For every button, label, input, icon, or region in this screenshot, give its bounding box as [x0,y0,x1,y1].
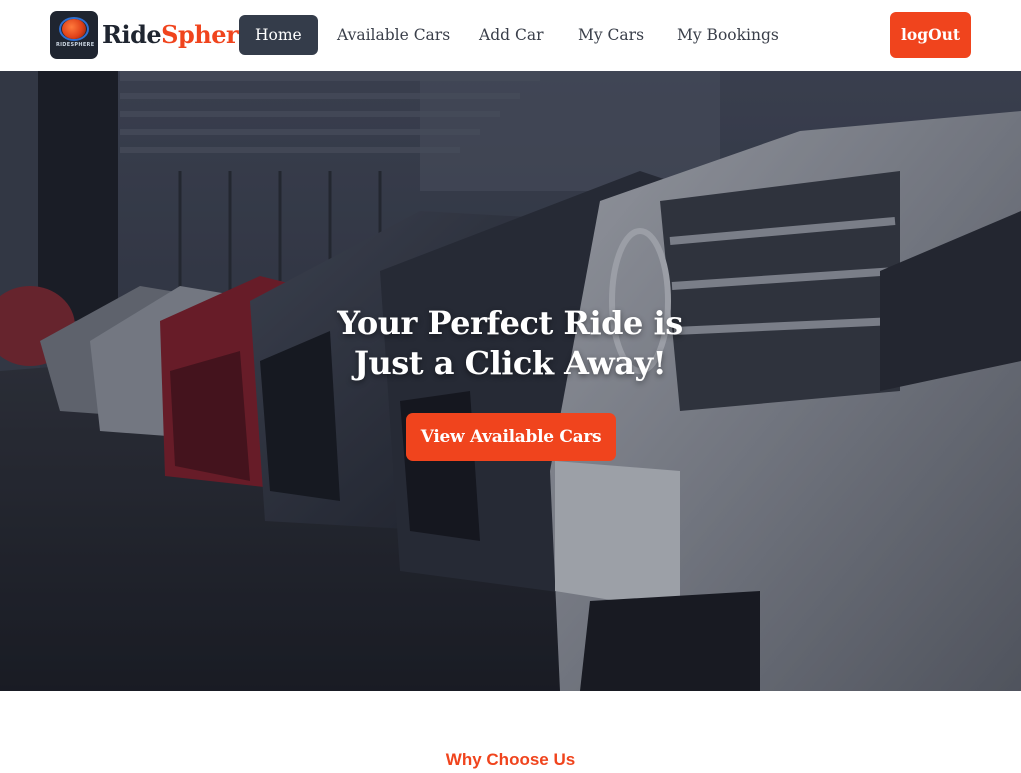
navbar: RIDESPHERE RideSphere Home Available Car… [0,0,1021,71]
nav-add-car[interactable]: Add Car [479,15,543,55]
hero-title-line1: Your Perfect Ride is [337,304,683,342]
nav-available-cars[interactable]: Available Cars [337,15,450,55]
logo-text: RIDESPHERE [56,42,95,48]
hero-section: Your Perfect Ride is Just a Click Away! … [0,71,1021,691]
nav-my-cars[interactable]: My Cars [578,15,644,55]
why-choose-us-heading: Why Choose Us [445,750,576,769]
hero-title-line2: Just a Click Away! [353,344,667,382]
hero-title: Your Perfect Ride is Just a Click Away! [260,303,760,383]
nav-home[interactable]: Home [239,15,318,55]
brand-name[interactable]: RideSphere [102,18,253,52]
nav-my-bookings[interactable]: My Bookings [677,15,779,55]
brand-logo[interactable]: RIDESPHERE [50,11,98,59]
brand-name-part1: Ride [102,20,162,49]
logo-ball-icon [62,19,86,39]
view-available-cars-button[interactable]: View Available Cars [406,413,616,461]
logout-button[interactable]: logOut [890,12,971,58]
